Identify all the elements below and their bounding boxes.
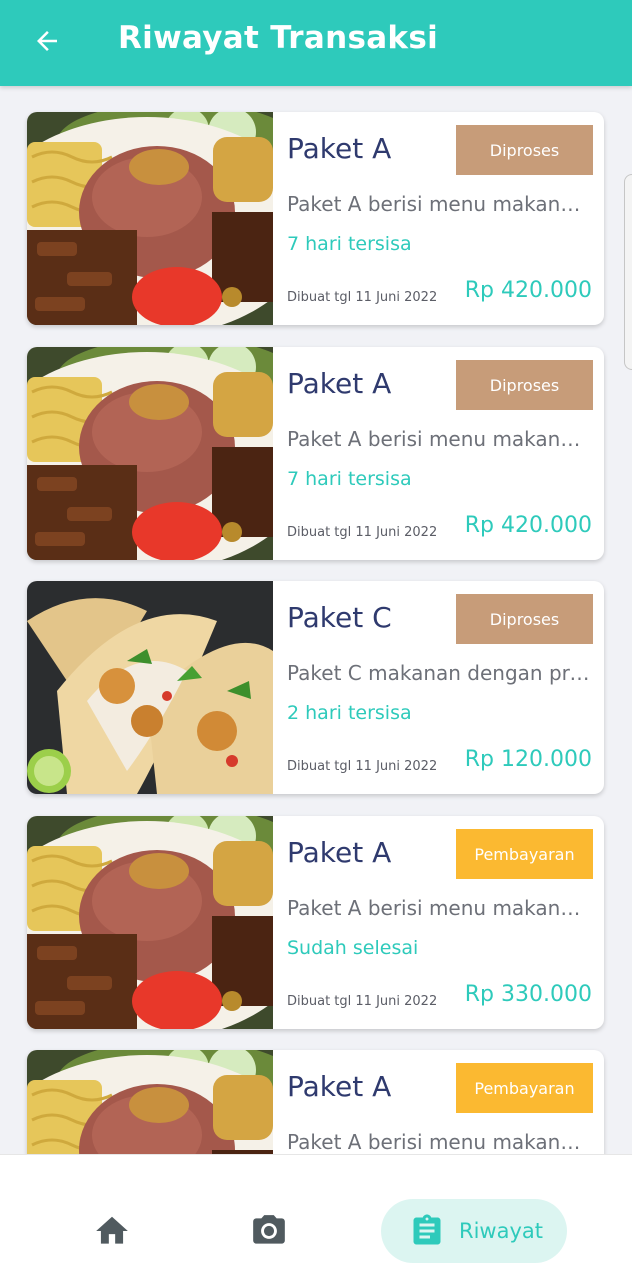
home-icon (96, 1216, 128, 1244)
transaction-card[interactable]: Paket A Diproses Paket A berisi menu mak… (27, 347, 604, 560)
price: Rp 330.000 (464, 982, 592, 1007)
price: Rp 420.000 (464, 513, 592, 538)
transaction-card[interactable]: Paket C Diproses Paket C makanan dengan … (27, 581, 604, 794)
bottom-navigation: Riwayat (0, 1154, 632, 1281)
clipboard-icon (413, 1214, 441, 1245)
package-title: Paket A (287, 836, 392, 869)
created-date: Dibuat tgl 11 Juni 2022 (287, 994, 438, 1009)
package-title: Paket A (287, 367, 392, 400)
price: Rp 120.000 (464, 747, 592, 772)
scrollbar[interactable] (624, 174, 632, 370)
food-image-rice-plate (27, 1050, 273, 1154)
package-description: Paket C makanan dengan protein (287, 661, 592, 685)
status-badge: Diproses (456, 594, 593, 644)
app-bar: Riwayat Transaksi (0, 0, 632, 86)
package-title: Paket C (287, 601, 392, 634)
page-title: Riwayat Transaksi (118, 20, 439, 56)
created-date: Dibuat tgl 11 Juni 2022 (287, 290, 438, 305)
arrow-left-icon (37, 31, 57, 51)
camera-icon (253, 1215, 285, 1244)
transaction-card[interactable]: Paket A Pembayaran Paket A berisi menu m… (27, 1050, 604, 1154)
price: Rp 420.000 (464, 278, 592, 303)
transaction-list[interactable]: Paket A Diproses Paket A berisi menu mak… (0, 86, 632, 1154)
transaction-card[interactable]: Paket A Pembayaran Paket A berisi menu m… (27, 816, 604, 1029)
days-remaining: Sudah selesai (287, 937, 419, 959)
package-description: Paket A berisi menu makanan sehat (287, 896, 592, 920)
transaction-card[interactable]: Paket A Diproses Paket A berisi menu mak… (27, 112, 604, 325)
nav-riwayat[interactable]: Riwayat (381, 1199, 567, 1263)
package-title: Paket A (287, 132, 392, 165)
package-description: Paket A berisi menu makanan sehat (287, 427, 592, 451)
status-badge: Diproses (456, 125, 593, 175)
nav-home[interactable] (88, 1207, 136, 1255)
days-remaining: 2 hari tersisa (287, 702, 412, 724)
status-badge: Pembayaran (456, 1063, 593, 1113)
food-image-rice-plate (27, 347, 273, 560)
package-title: Paket A (287, 1070, 392, 1103)
created-date: Dibuat tgl 11 Juni 2022 (287, 525, 438, 540)
days-remaining: 7 hari tersisa (287, 233, 412, 255)
food-image-rice-plate (27, 816, 273, 1029)
package-description: Paket A berisi menu makanan sehat (287, 192, 592, 216)
status-badge: Pembayaran (456, 829, 593, 879)
nav-camera[interactable] (245, 1207, 293, 1255)
back-button[interactable] (22, 18, 72, 64)
days-remaining: 7 hari tersisa (287, 468, 412, 490)
food-image-tacos (27, 581, 273, 794)
created-date: Dibuat tgl 11 Juni 2022 (287, 759, 438, 774)
package-description: Paket A berisi menu makanan sehat (287, 1130, 592, 1154)
nav-riwayat-label: Riwayat (459, 1219, 543, 1243)
food-image-rice-plate (27, 112, 273, 325)
status-badge: Diproses (456, 360, 593, 410)
